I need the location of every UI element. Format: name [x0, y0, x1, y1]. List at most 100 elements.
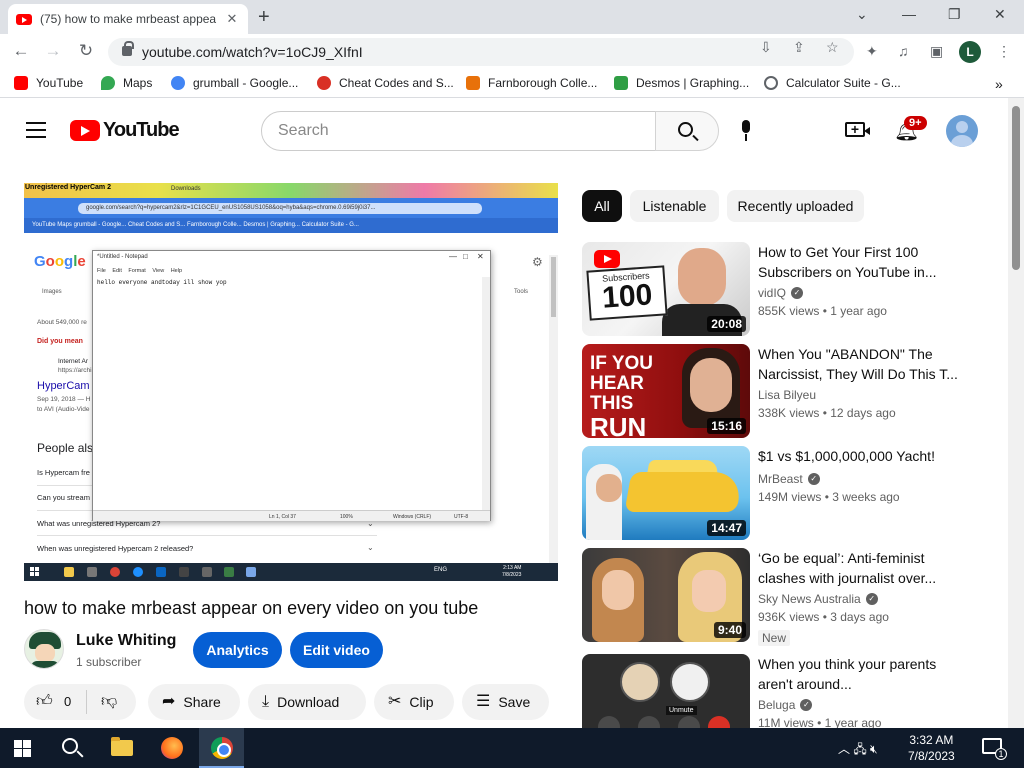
recorded-app-icon [87, 567, 97, 577]
bookmark-farnborough[interactable]: Farnborough Colle... [466, 76, 597, 90]
save-button[interactable]: ☰ Save [462, 684, 549, 720]
chrome-menu-icon[interactable]: ⋮ [997, 43, 1011, 60]
recommended-video[interactable]: Subscribers 100 20:08 How to Get Your Fir… [582, 242, 992, 338]
recommended-title[interactable]: When You "ABANDON" The Narcissist, They … [758, 344, 968, 384]
video-thumbnail[interactable]: 9:40 [582, 548, 750, 642]
browser-tab-youtube[interactable]: (75) how to make mrbeast appea ✕ [8, 4, 248, 34]
chip-all[interactable]: All [582, 190, 622, 222]
status-cursor: Ln 1, Col 37 [269, 514, 296, 520]
lock-icon[interactable] [122, 41, 134, 56]
profile-avatar[interactable]: L [959, 41, 981, 63]
analytics-button[interactable]: Analytics [193, 632, 282, 668]
youtube-logo[interactable]: YouTube [70, 119, 180, 142]
download-button[interactable]: ⤓ Download [248, 684, 366, 720]
bookmarks-overflow-icon[interactable]: » [995, 76, 1003, 92]
tab-title: (75) how to make mrbeast appea [40, 12, 217, 26]
chip-listenable[interactable]: Listenable [630, 190, 719, 222]
chrome-icon[interactable] [211, 737, 233, 759]
share-button[interactable]: ➦ Share [148, 684, 240, 720]
chevron-down-icon: ⌄ [367, 543, 374, 552]
install-app-icon[interactable]: ⇩ [760, 39, 772, 56]
taskbar-search-icon[interactable] [62, 738, 78, 754]
taskbar-clock[interactable]: 3:32 AM 7/8/2023 [908, 732, 955, 764]
paa-question: When was unregistered Hypercam 2 release… [37, 544, 194, 553]
bookmark-cheat-codes[interactable]: Cheat Codes and S... [317, 76, 454, 90]
minimize-button[interactable]: — [902, 6, 916, 22]
like-thumbs-up-icon[interactable]: 👍︎ [36, 692, 53, 711]
recommended-title[interactable]: When you think your parents aren't aroun… [758, 654, 968, 694]
reload-icon[interactable]: ↻ [75, 41, 97, 61]
share-page-icon[interactable]: ⇪ [793, 39, 805, 56]
dislike-thumbs-down-icon[interactable]: 👎︎ [101, 692, 117, 711]
recommended-video[interactable]: 14:47 $1 vs $1,000,000,000 Yacht! MrBeas… [582, 446, 992, 542]
restore-button[interactable]: ❐ [948, 6, 961, 23]
maps-pin-icon [101, 76, 115, 90]
recommended-title[interactable]: How to Get Your First 100 Subscribers on… [758, 242, 968, 282]
edit-video-button[interactable]: Edit video [290, 632, 383, 668]
recorded-address-bar: google.com/search?q=hypercam2&rlz=1C1GCE… [24, 198, 558, 218]
recommended-video[interactable]: Unmute When you think your parents aren'… [582, 654, 992, 728]
recommended-title[interactable]: ‘Go be equal’: Anti-feminist clashes wit… [758, 548, 968, 588]
extensions-puzzle-icon[interactable]: ✦ [866, 43, 878, 60]
bookmark-star-icon[interactable]: ☆ [826, 39, 839, 56]
video-thumbnail[interactable]: Subscribers 100 20:08 [582, 242, 750, 336]
guide-menu-icon[interactable] [26, 122, 46, 138]
recommended-channel[interactable]: MrBeast ✓ [758, 472, 820, 486]
url-text: youtube.com/watch?v=1oCJ9_XIfnI [142, 44, 363, 60]
page-scrollbar[interactable] [1008, 98, 1024, 728]
recommended-title[interactable]: $1 vs $1,000,000,000 Yacht! [758, 446, 968, 466]
video-thumbnail[interactable]: 14:47 [582, 446, 750, 540]
tab-search-icon[interactable]: ⌄ [856, 6, 868, 23]
google-g-icon [171, 76, 185, 90]
video-player[interactable]: Unregistered HyperCam 2 Downloads google… [24, 183, 558, 581]
video-thumbnail[interactable]: IF YOU HEAR THIS RUN 15:16 [582, 344, 750, 438]
recorded-app-icon [246, 567, 256, 577]
close-window-button[interactable]: ✕ [994, 6, 1006, 23]
file-explorer-icon[interactable] [111, 737, 133, 756]
bookmark-calculator-suite[interactable]: Calculator Suite - G... [764, 76, 901, 90]
address-bar[interactable]: youtube.com/watch?v=1oCJ9_XIfnI [108, 38, 854, 66]
scrollbar-thumb[interactable] [1012, 106, 1020, 270]
video-thumbnail[interactable]: Unmute [582, 654, 750, 728]
recommended-video[interactable]: 9:40 ‘Go be equal’: Anti-feminist clashe… [582, 548, 992, 646]
recorded-tray: ENG [434, 567, 448, 573]
firefox-icon[interactable] [161, 737, 183, 759]
back-arrow-icon[interactable]: ← [10, 41, 32, 61]
clock-date: 7/8/2023 [908, 749, 955, 763]
recorded-tab-bar: Unregistered HyperCam 2 Downloads [24, 183, 558, 198]
tab-close-icon[interactable]: ✕ [224, 11, 240, 27]
forward-arrow-icon[interactable]: → [42, 41, 64, 61]
windows-start-icon[interactable] [14, 740, 31, 757]
new-tab-button[interactable]: + [258, 6, 270, 29]
recommended-channel[interactable]: Beluga ✓ [758, 698, 813, 712]
system-tray-icons[interactable]: ︿ 🖧︎ 🔇︎ [838, 740, 878, 761]
channel-avatar[interactable] [24, 629, 64, 669]
result-date: Sep 19, 2018 — H [37, 396, 91, 403]
voice-search-mic-icon[interactable] [740, 120, 752, 142]
bookmark-maps[interactable]: Maps [101, 76, 152, 90]
recommended-video[interactable]: IF YOU HEAR THIS RUN 15:16 When You "ABAN… [582, 344, 992, 440]
new-badge: New [758, 630, 791, 646]
chip-recently-uploaded[interactable]: Recently uploaded [727, 190, 864, 222]
recommended-channel[interactable]: vidIQ ✓ [758, 286, 804, 300]
recommended-channel[interactable]: Lisa Bilyeu [758, 388, 816, 402]
bookmark-grumball[interactable]: grumball - Google... [171, 76, 298, 90]
recorded-app-icon [179, 567, 189, 577]
bookmark-desmos[interactable]: Desmos | Graphing... [614, 76, 749, 90]
search-button[interactable] [655, 111, 719, 151]
channel-name[interactable]: Luke Whiting [76, 632, 176, 650]
download-label: Download [277, 694, 340, 710]
create-video-icon[interactable]: + [845, 122, 870, 137]
media-control-icon[interactable]: ♫ [898, 43, 909, 59]
recommended-channel[interactable]: Sky News Australia ✓ [758, 592, 878, 606]
google-logo: Google [34, 253, 86, 270]
side-panel-icon[interactable]: ▣ [930, 43, 943, 60]
bookmark-youtube[interactable]: YouTube [14, 76, 83, 90]
recorded-app-icon [224, 567, 234, 577]
notification-count: 1 [995, 748, 1007, 760]
recommended-meta: 338K views • 12 days ago [758, 406, 896, 420]
search-input[interactable]: Search [261, 111, 656, 151]
did-you-mean: Did you mean [37, 338, 83, 345]
account-avatar[interactable] [946, 115, 978, 147]
clip-button[interactable]: ✂ Clip [374, 684, 454, 720]
